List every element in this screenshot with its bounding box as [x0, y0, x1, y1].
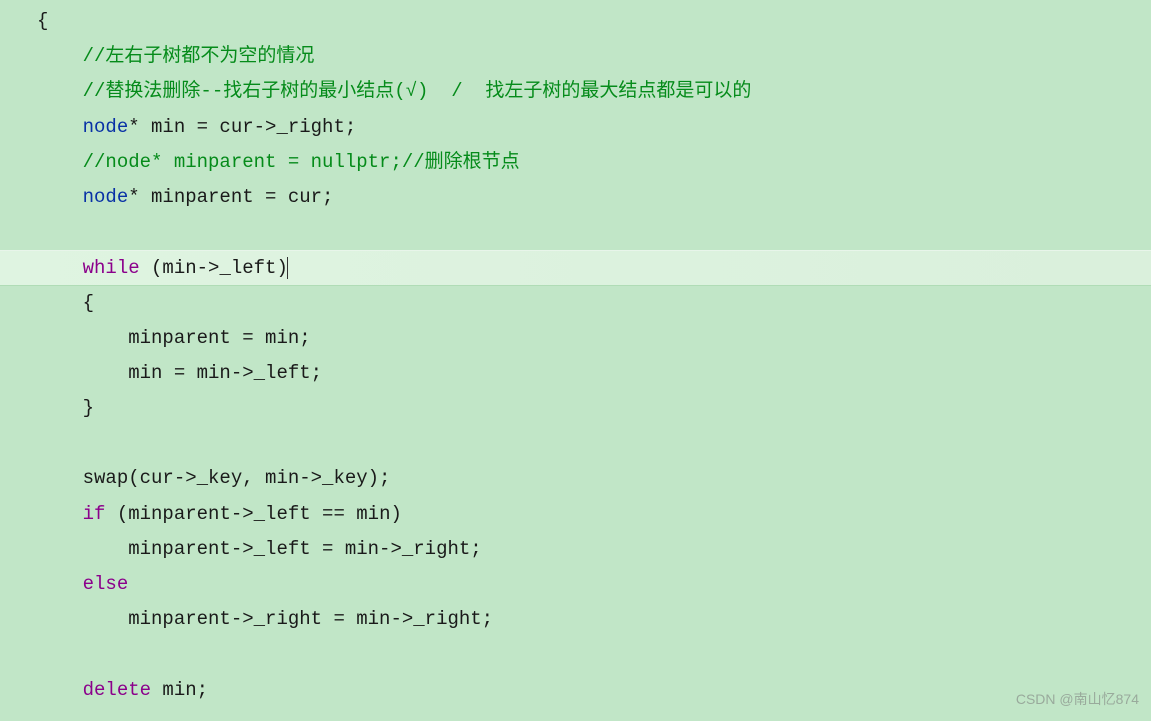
code-line-6: node* minparent = cur; [0, 180, 1151, 215]
code-line-17: else [0, 567, 1151, 602]
watermark-text: CSDN @南山忆874 [1016, 687, 1139, 713]
code-text: * minparent = cur; [128, 186, 333, 208]
code-line-13 [0, 426, 1151, 461]
keyword: else [83, 573, 129, 595]
code-text: minparent = min; [83, 327, 311, 349]
code-text: min; [151, 679, 208, 701]
brace-open: { [37, 10, 48, 32]
code-text: minparent->_right = min->_right; [83, 608, 493, 630]
brace-open: { [83, 292, 94, 314]
keyword: delete [83, 679, 151, 701]
code-line-19 [0, 637, 1151, 672]
code-line-4: node* min = cur->_right; [0, 110, 1151, 145]
code-line-20: delete min; [0, 673, 1151, 708]
code-text: minparent->_left = min->_right; [83, 538, 482, 560]
code-text: * min = cur->_right; [128, 116, 356, 138]
code-line-9: { [0, 286, 1151, 321]
code-line-15: if (minparent->_left == min) [0, 497, 1151, 532]
code-line-11: min = min->_left; [0, 356, 1151, 391]
code-line-8-highlighted: while (min->_left) [0, 250, 1151, 285]
code-block: { //左右子树都不为空的情况 //替换法删除--找右子树的最小结点(√) / … [0, 0, 1151, 712]
code-line-16: minparent->_left = min->_right; [0, 532, 1151, 567]
code-line-7 [0, 215, 1151, 250]
code-line-12: } [0, 391, 1151, 426]
code-line-10: minparent = min; [0, 321, 1151, 356]
keyword: if [83, 503, 106, 525]
comment: //node* minparent = nullptr;//删除根节点 [83, 151, 520, 173]
code-text: swap(cur->_key, min->_key); [83, 467, 391, 489]
brace-close: } [83, 397, 94, 419]
code-text: (minparent->_left == min) [105, 503, 401, 525]
code-line-18: minparent->_right = min->_right; [0, 602, 1151, 637]
code-line-5: //node* minparent = nullptr;//删除根节点 [0, 145, 1151, 180]
code-text: min = min->_left; [83, 362, 322, 384]
code-text: (min->_left) [140, 257, 288, 279]
keyword: while [83, 257, 140, 279]
comment: //左右子树都不为空的情况 [83, 45, 315, 67]
type-keyword: node [83, 116, 129, 138]
comment: //替换法删除--找右子树的最小结点(√) / 找左子树的最大结点都是可以的 [83, 80, 752, 102]
type-keyword: node [83, 186, 129, 208]
code-line-3: //替换法删除--找右子树的最小结点(√) / 找左子树的最大结点都是可以的 [0, 74, 1151, 109]
code-line-1: { [0, 4, 1151, 39]
code-line-2: //左右子树都不为空的情况 [0, 39, 1151, 74]
text-cursor [287, 257, 288, 279]
code-line-14: swap(cur->_key, min->_key); [0, 461, 1151, 496]
